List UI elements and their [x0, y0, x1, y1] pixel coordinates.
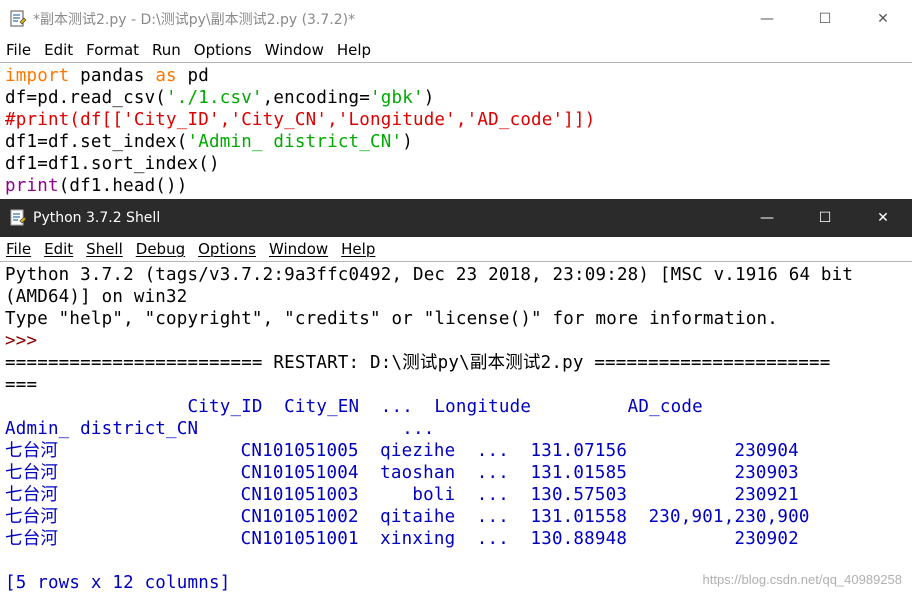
code-line: print(df1.head()) [5, 175, 595, 197]
code-token: 'gbk' [370, 88, 424, 108]
code-token: [5 rows x 12 columns] [5, 573, 231, 593]
code-token: ) [423, 88, 435, 108]
code-token: './1.csv' [166, 88, 263, 108]
code-token: import [5, 66, 70, 86]
code-token: === [5, 375, 38, 395]
shell-title: Python 3.7.2 Shell [33, 210, 161, 226]
shell-line: (AMD64)] on win32 [5, 286, 853, 308]
python-file-icon [9, 10, 27, 28]
code-token: >>> [5, 331, 48, 351]
close-icon[interactable]: ✕ [854, 199, 912, 237]
code-token: ,encoding= [262, 88, 371, 108]
close-icon[interactable]: ✕ [854, 0, 912, 38]
code-token: #print(df[['City_ID','City_CN','Longitud… [5, 110, 596, 130]
menu-window[interactable]: Window [259, 41, 331, 59]
minimize-icon[interactable]: — [738, 0, 796, 38]
shell-line: City_ID City_EN ... Longitude AD_code [5, 396, 853, 418]
shell-output-area[interactable]: Python 3.7.2 (tags/v3.7.2:9a3ffc0492, De… [0, 264, 853, 594]
editor-code-area[interactable]: import pandas as pd df=pd.read_csv('./1.c… [0, 65, 595, 197]
code-token: 'Admin_ district_CN' [187, 132, 403, 152]
code-line: import pandas as pd [5, 65, 595, 87]
code-token: Type "help", "copyright", "credits" or "… [5, 309, 778, 329]
code-line: df1=df1.sort_index() [5, 153, 595, 175]
editor-menubar: File Edit Format Run Options Window Help [0, 38, 912, 62]
code-token: pandas [69, 66, 156, 86]
watermark: https://blog.csdn.net/qq_40989258 [702, 572, 903, 587]
menu-options[interactable]: Options [192, 240, 263, 258]
menu-help[interactable]: Help [335, 240, 382, 258]
menu-shell[interactable]: Shell [80, 240, 130, 258]
code-token: df1=df1.sort_index() [5, 154, 220, 174]
shell-menu-separator [0, 261, 912, 262]
menu-debug[interactable]: Debug [130, 240, 192, 258]
menu-options[interactable]: Options [188, 41, 259, 59]
minimize-icon[interactable]: — [738, 199, 796, 237]
menu-run[interactable]: Run [146, 41, 188, 59]
code-token: Python 3.7.2 (tags/v3.7.2:9a3ffc0492, De… [5, 265, 854, 285]
code-line: df=pd.read_csv('./1.csv',encoding='gbk') [5, 87, 595, 109]
editor-window: *副本测试2.py - D:\测试py\副本测试2.py (3.7.2)* — … [0, 0, 912, 199]
shell-line: Python 3.7.2 (tags/v3.7.2:9a3ffc0492, De… [5, 264, 853, 286]
maximize-icon[interactable]: ☐ [796, 0, 854, 38]
code-token: print [5, 176, 59, 196]
code-token: 七台河 CN101051004 taoshan ... 131.01585 23… [5, 463, 799, 483]
code-line: df1=df.set_index('Admin_ district_CN') [5, 131, 595, 153]
menu-help[interactable]: Help [331, 41, 378, 59]
python-shell-icon [9, 209, 27, 227]
menu-window[interactable]: Window [263, 240, 335, 258]
code-token: (df1.head()) [58, 176, 188, 196]
shell-line: 七台河 CN101051003 boli ... 130.57503 23092… [5, 484, 853, 506]
shell-line: ======================== RESTART: D:\测试p… [5, 352, 853, 374]
code-token: as [155, 66, 177, 86]
code-token: df=pd.read_csv( [5, 88, 167, 108]
code-token: df1=df.set_index( [5, 132, 188, 152]
shell-line: Type "help", "copyright", "credits" or "… [5, 308, 853, 330]
shell-line: ​ [5, 550, 853, 572]
code-token: 七台河 CN101051002 qitaihe ... 131.01558 23… [5, 507, 810, 527]
shell-title-bar[interactable]: Python 3.7.2 Shell — ☐ ✕ [0, 199, 912, 237]
editor-title: *副本测试2.py - D:\测试py\副本测试2.py (3.7.2)* [33, 12, 356, 28]
code-token: 七台河 CN101051001 xinxing ... 130.88948 23… [5, 529, 799, 549]
shell-line: Admin_ district_CN ... [5, 418, 853, 440]
menu-edit[interactable]: Edit [38, 240, 80, 258]
maximize-icon[interactable]: ☐ [796, 199, 854, 237]
shell-line: 七台河 CN101051002 qitaihe ... 131.01558 23… [5, 506, 853, 528]
menu-edit[interactable]: Edit [38, 41, 80, 59]
shell-line: === [5, 374, 853, 396]
editor-title-bar[interactable]: *副本测试2.py - D:\测试py\副本测试2.py (3.7.2)* — … [0, 0, 912, 38]
shell-window: Python 3.7.2 Shell — ☐ ✕ File Edit Shell… [0, 199, 912, 593]
code-token: City_ID City_EN ... Longitude AD_code [5, 397, 703, 417]
shell-line: >>> [5, 330, 853, 352]
shell-line: 七台河 CN101051005 qiezihe ... 131.07156 23… [5, 440, 853, 462]
code-token: ) [402, 132, 413, 152]
menu-file[interactable]: File [0, 240, 38, 258]
code-line: #print(df[['City_ID','City_CN','Longitud… [5, 109, 595, 131]
shell-line: 七台河 CN101051001 xinxing ... 130.88948 23… [5, 528, 853, 550]
code-token: pd [176, 66, 210, 86]
code-token: (AMD64)] on win32 [5, 287, 188, 307]
menu-format[interactable]: Format [80, 41, 146, 59]
editor-menu-separator [0, 62, 912, 63]
code-token: Admin_ district_CN ... [5, 419, 435, 439]
menu-file[interactable]: File [0, 41, 38, 59]
shell-line: 七台河 CN101051004 taoshan ... 131.01585 23… [5, 462, 853, 484]
shell-menubar: File Edit Shell Debug Options Window Hel… [0, 237, 912, 261]
code-token: 七台河 CN101051003 boli ... 130.57503 23092… [5, 485, 799, 505]
code-token: ======================== RESTART: D:\测试p… [5, 353, 831, 373]
code-token: 七台河 CN101051005 qiezihe ... 131.07156 23… [5, 441, 799, 461]
